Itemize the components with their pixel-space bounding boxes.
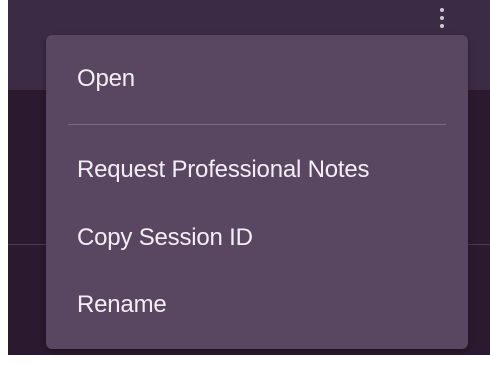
vertical-ellipsis-icon [440, 8, 444, 12]
vertical-ellipsis-icon-dot [440, 24, 444, 28]
menu-item-label: Open [77, 65, 135, 92]
more-options-button[interactable] [436, 6, 448, 30]
vertical-ellipsis-icon-dot [440, 16, 444, 20]
menu-item-label: Request Professional Notes [77, 156, 370, 183]
menu-item-request-professional-notes[interactable]: Request Professional Notes [46, 140, 468, 200]
screen: Open Request Professional Notes Copy Ses… [0, 0, 490, 365]
menu-item-label: Rename [77, 291, 167, 318]
menu-item-rename[interactable]: Rename [46, 275, 468, 335]
menu-item-label: Copy Session ID [77, 224, 253, 251]
menu-separator [68, 124, 446, 125]
menu-item-open[interactable]: Open [46, 49, 468, 109]
menu-item-copy-session-id[interactable]: Copy Session ID [46, 208, 468, 268]
context-menu: Open Request Professional Notes Copy Ses… [46, 35, 468, 349]
